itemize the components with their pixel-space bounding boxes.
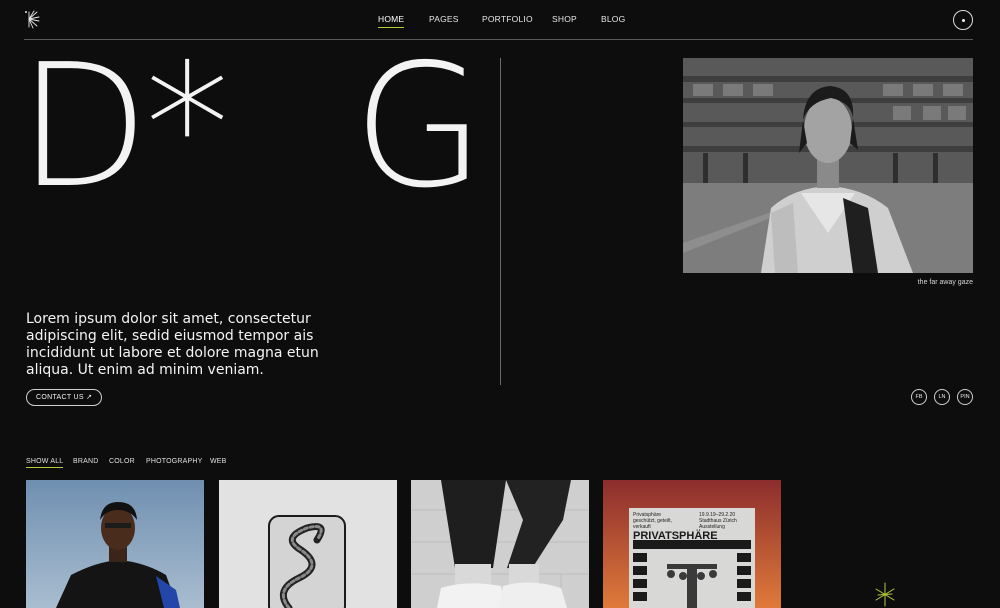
hero-intro-text: Lorem ipsum dolor sit amet, consectetur … (26, 311, 319, 378)
social-link-ln[interactable]: LN (934, 389, 950, 405)
social-link-fb[interactable]: FB (911, 389, 927, 405)
nav-item-blog[interactable]: BLOG (601, 14, 625, 24)
portfolio-tile-phone[interactable] (219, 480, 397, 608)
filter-label: BRAND (73, 458, 99, 465)
portfolio-tile-portrait[interactable] (26, 480, 204, 608)
nav-item-label: BLOG (601, 14, 626, 24)
nav-item-home[interactable]: HOME (378, 14, 405, 28)
active-underline (26, 467, 64, 468)
filter-label: WEB (210, 458, 227, 465)
portfolio-tile-poster[interactable]: Privatsphäre geschützt, geteilt, verkauf… (603, 480, 781, 608)
vertical-divider (500, 58, 501, 385)
sparkle-icon (875, 582, 895, 607)
menu-dot-icon[interactable] (953, 10, 973, 30)
photo-caption: the far away gaze (917, 279, 973, 286)
filter-label: PHOTOGRAPHY (146, 458, 203, 465)
filter-show-all[interactable]: SHOW ALL (26, 458, 64, 468)
nav-item-label: HOME (378, 14, 405, 24)
hero-letter-left: D* (18, 28, 230, 226)
nav-item-label: SHOP (552, 14, 577, 24)
nav-item-shop[interactable]: SHOP (552, 14, 577, 24)
nav-item-portfolio[interactable]: PORTFOLIO (482, 14, 533, 24)
social-link-pin[interactable]: PIN (957, 389, 973, 405)
filter-brand[interactable]: BRAND (73, 458, 99, 465)
hero-portrait-image (683, 58, 973, 273)
filter-color[interactable]: COLOR (109, 458, 135, 465)
filter-web[interactable]: WEB (210, 458, 227, 465)
nav-item-label: PAGES (429, 14, 459, 24)
filter-photography[interactable]: PHOTOGRAPHY (146, 458, 203, 465)
filter-label: SHOW ALL (26, 458, 64, 465)
filter-label: COLOR (109, 458, 135, 465)
contact-us-button[interactable]: CONTACT US ↗ (26, 389, 103, 406)
nav-item-label: PORTFOLIO (482, 14, 533, 24)
hero-letter-right: G (353, 28, 485, 226)
portfolio-tile-sneakers[interactable] (411, 480, 589, 608)
main-nav: HOME PAGES PORTFOLIO SHOP BLOG (0, 14, 1000, 28)
poster-headline: PRIVATSPHÄRE (633, 529, 718, 542)
nav-item-pages[interactable]: PAGES (429, 14, 459, 24)
